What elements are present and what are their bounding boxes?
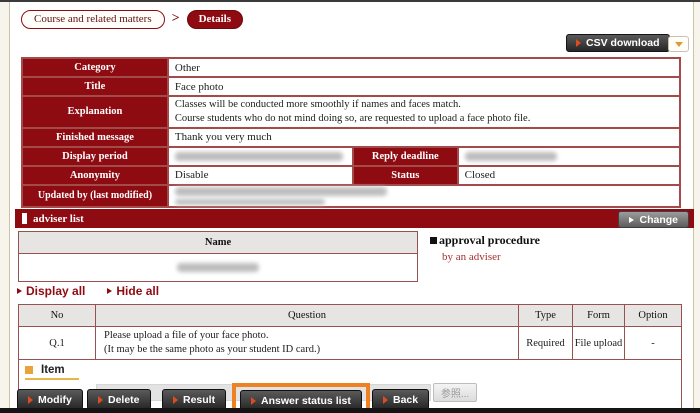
display-period-label: Display period	[23, 148, 167, 165]
table-row-finished-message: Finished message Thank you very much	[23, 129, 679, 146]
breadcrumb-chevron-icon: >	[172, 11, 180, 27]
result-label: Result	[183, 394, 215, 406]
name-column-header: Name	[19, 232, 418, 254]
bullet-square-icon	[430, 237, 437, 244]
back-label: Back	[393, 394, 418, 406]
hide-all-label: Hide all	[116, 284, 159, 298]
scroll-down-button[interactable]	[668, 36, 689, 52]
delete-label: Delete	[108, 394, 140, 406]
browse-button[interactable]: 参照...	[433, 383, 477, 402]
arrow-right-icon	[17, 288, 22, 294]
display-all-link[interactable]: Display all	[17, 284, 85, 298]
adviser-name-redacted	[19, 254, 418, 282]
table-row-title: Title Face photo	[23, 78, 679, 95]
question-type: Required	[519, 327, 573, 360]
right-border-line	[693, 0, 694, 413]
arrow-right-icon	[576, 39, 581, 47]
approval-procedure-heading: approval procedure	[439, 233, 540, 248]
hide-all-link[interactable]: Hide all	[107, 284, 159, 298]
category-label: Category	[23, 59, 167, 76]
survey-details-table: Category Other Title Face photo Explanat…	[21, 57, 681, 208]
table-row-anonymity-status: Anonymity Disable Status Closed	[23, 167, 679, 184]
arrow-right-icon	[107, 288, 112, 294]
item-label: Item	[41, 364, 65, 376]
delete-button[interactable]: Delete	[87, 389, 151, 410]
arrow-right-icon	[383, 396, 388, 404]
arrow-right-icon	[251, 397, 256, 405]
category-value: Other	[169, 59, 679, 76]
arrow-right-icon	[98, 396, 103, 404]
type-column-header: Type	[519, 305, 573, 327]
display-period-value-redacted	[169, 148, 352, 165]
arrow-right-icon	[173, 396, 178, 404]
explanation-label: Explanation	[23, 97, 167, 127]
adviser-list-section-bar: adviser list Change	[15, 209, 694, 228]
status-value: Closed	[459, 167, 679, 184]
question-column-header: Question	[96, 305, 519, 327]
top-edge	[0, 0, 700, 2]
item-bullet-icon	[25, 366, 33, 374]
adviser-list-heading: adviser list	[33, 213, 84, 225]
left-margin	[0, 0, 9, 413]
csv-download-button[interactable]: CSV download	[566, 34, 670, 52]
change-button[interactable]: Change	[618, 211, 689, 228]
breadcrumb-details-current: Details	[187, 10, 243, 29]
anonymity-label: Anonymity	[23, 167, 167, 184]
right-margin	[694, 0, 700, 413]
updated-by-label: Updated by (last modified)	[23, 186, 167, 206]
no-column-header: No	[19, 305, 96, 327]
question-text: Please upload a file of your face photo.…	[96, 327, 519, 360]
item-section-header: Item	[25, 364, 79, 380]
question-table-header-row: No Question Type Form Option	[19, 305, 682, 327]
bottom-edge	[0, 408, 700, 413]
explanation-value: Classes will be conducted more smoothly …	[169, 97, 679, 127]
arrow-right-icon	[28, 396, 33, 404]
back-button[interactable]: Back	[372, 389, 429, 410]
question-option: -	[625, 327, 682, 360]
change-label: Change	[639, 214, 678, 226]
section-marker-icon	[22, 213, 27, 224]
table-row-updated-by: Updated by (last modified)	[23, 186, 679, 206]
breadcrumb-course-link[interactable]: Course and related matters	[21, 10, 165, 29]
table-row-adviser	[19, 254, 418, 282]
finished-message-value: Thank you very much	[169, 129, 679, 146]
reply-deadline-label: Reply deadline	[354, 148, 457, 165]
expand-collapse-links: Display all Hide all	[17, 284, 181, 298]
answer-status-list-label: Answer status list	[261, 395, 351, 407]
modify-button[interactable]: Modify	[17, 389, 83, 410]
survey-details-page: Course and related matters > Details CSV…	[0, 0, 700, 413]
display-all-label: Display all	[26, 284, 85, 298]
title-label: Title	[23, 78, 167, 95]
csv-download-label: CSV download	[586, 37, 660, 49]
breadcrumb: Course and related matters > Details	[21, 9, 243, 29]
table-row-category: Category Other	[23, 59, 679, 76]
option-column-header: Option	[625, 305, 682, 327]
table-row-explanation: Explanation Classes will be conducted mo…	[23, 97, 679, 127]
approval-by-adviser-text: by an adviser	[442, 251, 540, 263]
form-column-header: Form	[573, 305, 625, 327]
question-form: File upload	[573, 327, 625, 360]
left-border-line	[9, 0, 10, 413]
anonymity-value: Disable	[169, 167, 352, 184]
updated-by-value-redacted	[169, 186, 679, 206]
reply-deadline-value-redacted	[459, 148, 679, 165]
chevron-down-icon	[675, 42, 683, 47]
finished-message-label: Finished message	[23, 129, 167, 146]
approval-procedure-block: approval procedure by an adviser	[430, 233, 540, 263]
table-row-question-1: Q.1 Please upload a file of your face ph…	[19, 327, 682, 360]
arrow-right-icon	[629, 217, 634, 223]
title-value: Face photo	[169, 78, 679, 95]
modify-label: Modify	[38, 394, 72, 406]
table-header-row: Name	[19, 232, 418, 254]
status-label: Status	[354, 167, 457, 184]
question-number: Q.1	[19, 327, 96, 360]
table-row-period-deadline: Display period Reply deadline	[23, 148, 679, 165]
result-button[interactable]: Result	[162, 389, 226, 410]
adviser-name-table: Name	[18, 231, 418, 282]
